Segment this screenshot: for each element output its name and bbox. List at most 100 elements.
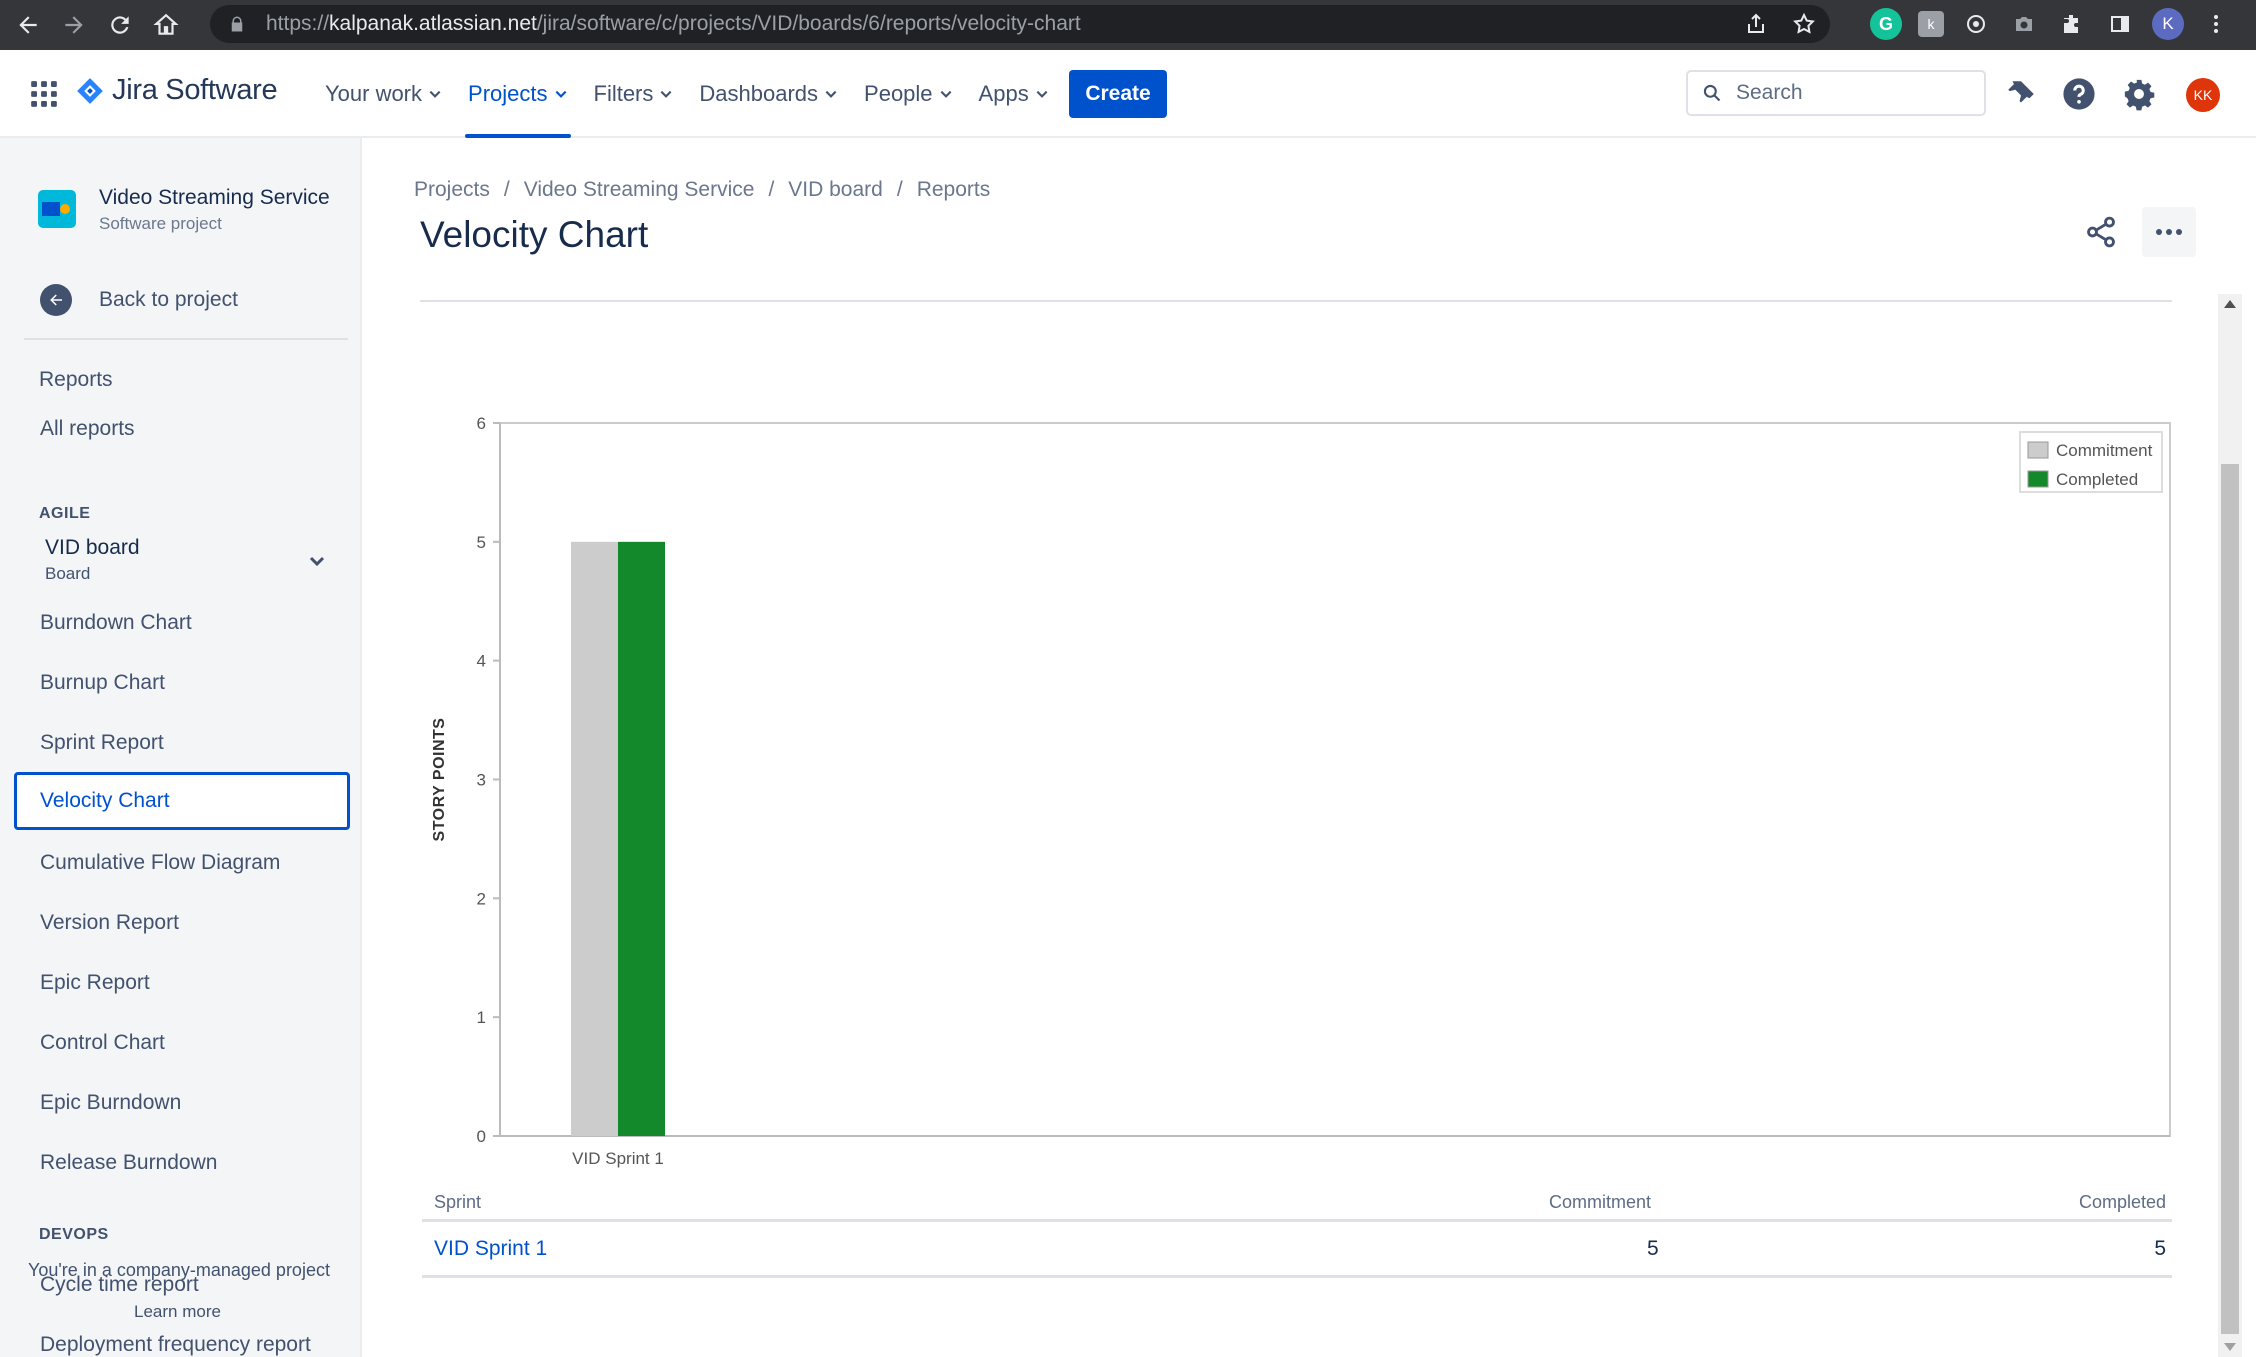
plot-area — [499, 422, 2171, 1137]
project-name: Video Streaming Service — [99, 186, 330, 209]
project-avatar — [38, 190, 76, 228]
breadcrumb-projects[interactable]: Projects — [414, 178, 490, 202]
velocity-table: Sprint Commitment Completed VID Sprint 1… — [422, 1180, 2172, 1278]
share-icon[interactable] — [1744, 12, 1768, 36]
sidebar-item-burnup-chart[interactable]: Burnup Chart — [14, 654, 350, 712]
sidebar-item-epic-report[interactable]: Epic Report — [14, 954, 350, 1012]
notifications-icon[interactable] — [2004, 77, 2038, 111]
project-header[interactable]: Video Streaming Service Software project — [38, 186, 330, 233]
menu-apps[interactable]: Apps — [970, 50, 1058, 138]
reports-heading: Reports — [39, 368, 113, 391]
bar-commitment — [571, 541, 618, 1136]
breadcrumb-reports[interactable]: Reports — [917, 178, 991, 202]
header-commitment: Commitment — [1549, 1192, 1652, 1212]
lock-icon — [231, 16, 243, 32]
scrollbar-thumb[interactable] — [2221, 464, 2239, 1334]
star-icon[interactable] — [1792, 12, 1816, 36]
table-header: Sprint Commitment Completed — [422, 1180, 2172, 1222]
search-box[interactable] — [1686, 70, 1986, 116]
share-icon[interactable] — [2084, 215, 2118, 249]
sidebar-item-all-reports[interactable]: All reports — [14, 400, 350, 458]
app-switcher-icon[interactable] — [30, 80, 58, 108]
menu-projects[interactable]: Projects — [459, 50, 576, 138]
jira-logo[interactable]: Jira Software — [76, 74, 278, 107]
completed-value: 5 — [2154, 1237, 2166, 1260]
back-to-project-label: Back to project — [99, 288, 238, 311]
agile-group-label: AGILE — [39, 505, 91, 522]
breadcrumb: Projects / Video Streaming Service / VID… — [414, 178, 990, 202]
project-sidebar: Video Streaming Service Software project… — [0, 138, 362, 1357]
url-text: https://kalpanak.atlassian.net/jira/soft… — [266, 12, 1081, 35]
puzzle-icon[interactable] — [2056, 8, 2088, 40]
breadcrumb-board[interactable]: VID board — [788, 178, 883, 202]
camera-icon[interactable] — [2008, 8, 2040, 40]
sidebar-item-version-report[interactable]: Version Report — [14, 894, 350, 952]
scroll-up-icon[interactable] — [2224, 300, 2236, 308]
menu-people[interactable]: People — [855, 50, 962, 138]
user-avatar[interactable]: KK — [2186, 78, 2220, 112]
product-name: Jira Software — [112, 74, 278, 106]
chevron-down-icon[interactable] — [308, 552, 326, 570]
learn-more-link[interactable]: Learn more — [134, 1302, 221, 1322]
y-tick-label: 0 — [477, 1127, 486, 1146]
sidebar-item-deployment-frequency-report[interactable]: Deployment frequency report — [14, 1316, 350, 1357]
content-scrollbar[interactable] — [2218, 294, 2242, 1357]
arrow-left-icon — [40, 284, 72, 316]
sidebar-item-control-chart[interactable]: Control Chart — [14, 1014, 350, 1072]
top-navigation: Jira Software Your work Projects Filters… — [0, 50, 2256, 138]
create-button[interactable]: Create — [1069, 70, 1167, 118]
y-axis-title: STORY POINTS — [431, 718, 448, 842]
chevron-down-icon — [1036, 90, 1048, 98]
legend-swatch — [2027, 470, 2049, 488]
board-selector[interactable]: VID board Board — [45, 536, 140, 584]
breadcrumb-project[interactable]: Video Streaming Service — [524, 178, 755, 202]
velocity-chart: 0 1 2 3 4 5 6 STORY POINTS VID Sprint 1 Commitmen… — [414, 400, 2174, 1180]
velocity-chart-svg: 0 1 2 3 4 5 6 STORY POINTS VID Sprint 1 Commitmen… — [431, 414, 2171, 1168]
kebab-icon[interactable] — [2200, 8, 2232, 40]
chevron-down-icon — [940, 90, 951, 98]
menu-dashboards[interactable]: Dashboards — [690, 50, 847, 138]
sidebar-item-release-burndown[interactable]: Release Burndown — [14, 1134, 350, 1192]
sidebar-item-velocity-chart[interactable]: Velocity Chart — [14, 772, 350, 830]
y-tick-label: 1 — [477, 1008, 486, 1027]
project-type-footnote: You're in a company-managed project — [28, 1260, 330, 1280]
chevron-down-icon — [825, 90, 837, 98]
extension-icon[interactable]: k — [1918, 11, 1944, 37]
page-title: Velocity Chart — [420, 214, 649, 255]
devops-group-label: DEVOPS — [39, 1226, 109, 1243]
y-tick-label: 6 — [477, 414, 486, 433]
grammarly-icon[interactable]: G — [1870, 8, 1902, 40]
home-icon[interactable] — [146, 5, 186, 45]
settings-gear-icon[interactable] — [2122, 77, 2156, 111]
sidebar-item-burndown-chart[interactable]: Burndown Chart — [14, 594, 350, 652]
profile-avatar[interactable]: K — [2152, 8, 2184, 40]
table-row: VID Sprint 1 5 5 — [422, 1222, 2172, 1278]
sprint-link[interactable]: VID Sprint 1 — [434, 1237, 547, 1261]
search-input[interactable] — [1736, 81, 1966, 105]
more-horizontal-icon — [2156, 229, 2182, 235]
address-bar[interactable]: https://kalpanak.atlassian.net/jira/soft… — [210, 5, 1830, 43]
back-to-project-link[interactable]: Back to project — [40, 284, 238, 316]
chevron-down-icon — [555, 90, 566, 98]
menu-filters[interactable]: Filters — [585, 50, 683, 138]
y-tick-label: 2 — [477, 889, 486, 908]
forward-icon[interactable] — [54, 5, 94, 45]
header-completed: Completed — [2078, 1192, 2166, 1212]
search-icon — [1703, 84, 1721, 102]
primary-menu: Your work Projects Filters Dashboards Pe… — [316, 50, 1066, 138]
breadcrumb-separator: / — [768, 178, 775, 201]
sidebar-item-sprint-report[interactable]: Sprint Report — [14, 714, 350, 772]
chevron-down-icon — [429, 90, 441, 98]
sidebar-item-cumulative-flow-diagram[interactable]: Cumulative Flow Diagram — [14, 834, 350, 892]
help-icon[interactable] — [2062, 77, 2096, 111]
reload-icon[interactable] — [100, 5, 140, 45]
sidebar-item-epic-burndown[interactable]: Epic Burndown — [14, 1074, 350, 1132]
back-icon[interactable] — [8, 5, 48, 45]
scroll-down-icon[interactable] — [2224, 1343, 2236, 1351]
project-type: Software project — [99, 214, 222, 233]
openai-icon[interactable] — [1960, 8, 1992, 40]
sidepanel-icon[interactable] — [2104, 8, 2136, 40]
legend-label: Commitment — [2056, 441, 2153, 460]
more-actions-button[interactable] — [2142, 207, 2196, 257]
menu-your-work[interactable]: Your work — [316, 50, 451, 138]
